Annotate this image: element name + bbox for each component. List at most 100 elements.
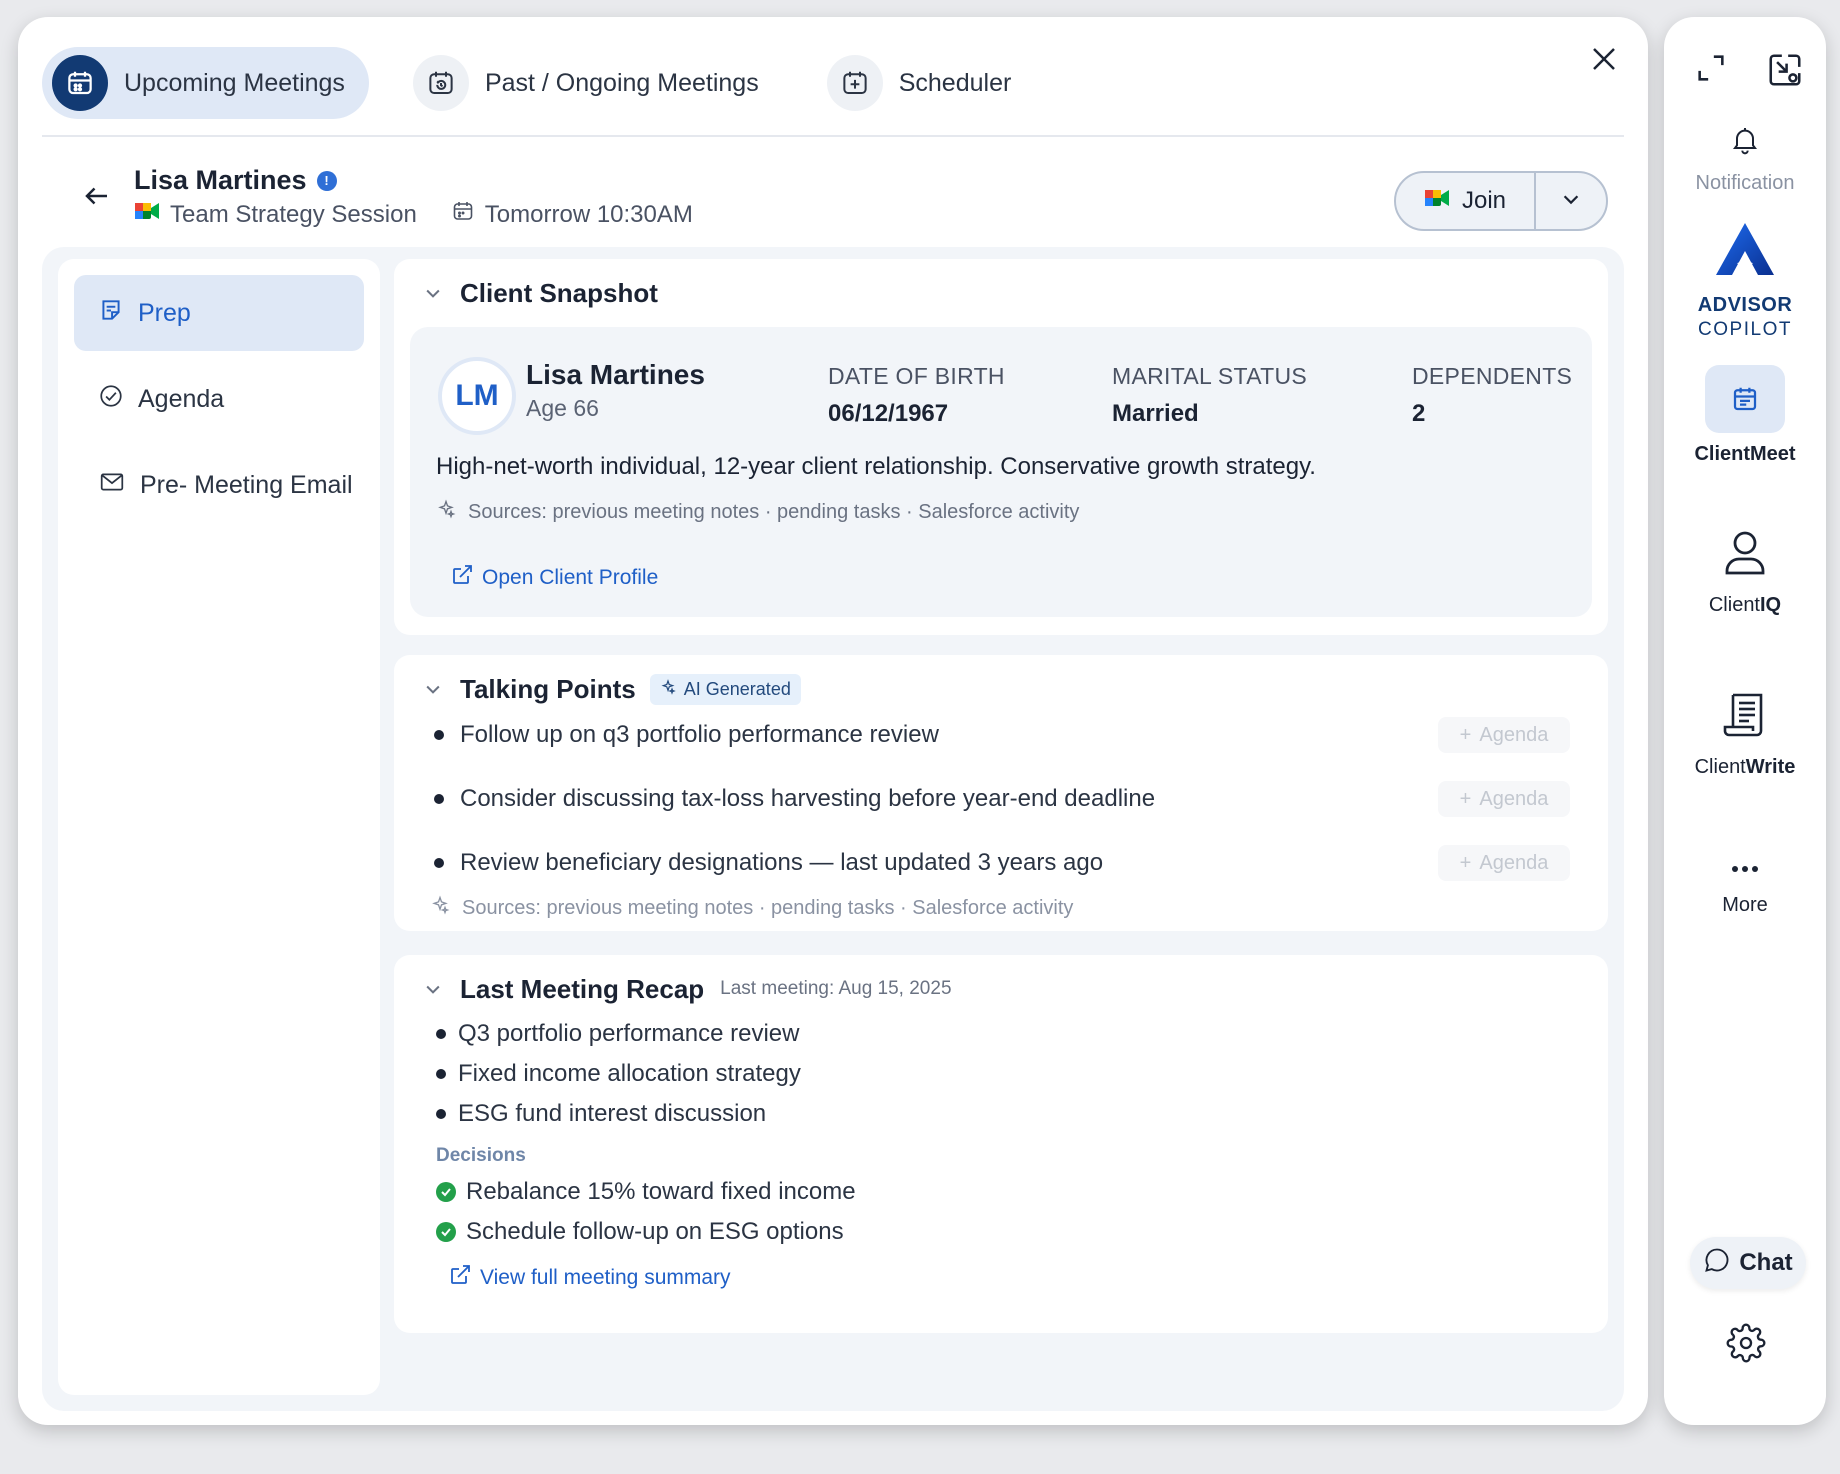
- sparkle-icon: [430, 895, 450, 921]
- chat-button[interactable]: Chat: [1690, 1237, 1806, 1289]
- tab-past-ongoing-meetings[interactable]: Past / Ongoing Meetings: [403, 47, 783, 119]
- join-label: Join: [1461, 187, 1507, 214]
- join-button[interactable]: Join: [1396, 173, 1536, 229]
- marital-status-field: MARITAL STATUS Married: [1112, 363, 1307, 428]
- collapse-chevron-icon[interactable]: [420, 676, 446, 702]
- clientiq-label: ClientIQ: [1708, 594, 1782, 616]
- talking-point-item: Follow up on q3 portfolio performance re…: [434, 713, 1584, 757]
- recap-text: ESG fund interest discussion: [458, 1100, 767, 1127]
- collapse-chevron-icon[interactable]: [420, 280, 446, 306]
- snapshot-client-age: Age 66: [526, 395, 599, 421]
- meetings-panel: Upcoming Meetings Past / Ongoing Meeting…: [18, 17, 1648, 1425]
- card-title: Client Snapshot: [460, 277, 658, 308]
- bell-icon: [1729, 123, 1761, 162]
- sparkle-icon: [660, 678, 676, 700]
- sources-text: Sources: previous meeting notes · pendin…: [462, 896, 1074, 919]
- bullet: [436, 1109, 446, 1119]
- arrow-left-icon: [82, 181, 112, 216]
- prep-content: Client Snapshot LM Lisa Martines Age 66 …: [394, 259, 1608, 1399]
- decisions-label: Decisions: [436, 1145, 526, 1166]
- calendar-small-icon: [451, 199, 475, 230]
- sidebar-item-clientiq[interactable]: ClientIQ: [1664, 527, 1826, 617]
- add-to-agenda-button[interactable]: + Agenda: [1438, 781, 1570, 817]
- talking-points-sources: Sources: previous meeting notes · pendin…: [430, 895, 1073, 921]
- link-label: View full meeting summary: [480, 1266, 731, 1289]
- client-name: Lisa Martines: [134, 165, 307, 195]
- bullet: [436, 1069, 446, 1079]
- snapshot-client-name: Lisa Martines: [526, 359, 705, 390]
- top-tabs: Upcoming Meetings Past / Ongoing Meeting…: [42, 41, 1624, 125]
- agenda-label: Agenda: [1479, 787, 1549, 810]
- decision-text: Schedule follow-up on ESG options: [466, 1218, 844, 1245]
- close-button[interactable]: [1580, 37, 1628, 85]
- open-client-profile-link[interactable]: Open Client Profile: [450, 563, 658, 593]
- add-to-agenda-button[interactable]: + Agenda: [1438, 717, 1570, 753]
- recap-text: Fixed income allocation strategy: [458, 1060, 801, 1087]
- window-controls: [1694, 51, 1804, 94]
- snapshot-sources: Sources: previous meeting notes · pendin…: [436, 499, 1079, 525]
- google-meet-icon: [134, 200, 160, 229]
- tab-label: Past / Ongoing Meetings: [484, 68, 759, 97]
- nav-item-pre-meeting-email[interactable]: Pre- Meeting Email: [74, 447, 364, 523]
- clientwrite-label: ClientWrite: [1694, 756, 1796, 778]
- talking-points-card: Talking Points AI Generated Follow up on…: [394, 655, 1608, 931]
- sidebar-item-more[interactable]: More: [1664, 859, 1826, 917]
- sources-text: Sources: previous meeting notes · pendin…: [468, 500, 1080, 523]
- tab-scheduler[interactable]: Scheduler: [817, 47, 1036, 119]
- decision-item: Rebalance 15% toward fixed income: [436, 1175, 856, 1209]
- tab-label: Upcoming Meetings: [124, 68, 345, 97]
- bullet: [434, 730, 444, 740]
- brand-line-1: ADVISOR: [1697, 294, 1793, 316]
- agenda-label: Agenda: [1479, 723, 1549, 746]
- badge-label: AI Generated: [683, 678, 791, 699]
- tab-label: Scheduler: [898, 68, 1012, 97]
- plus-icon: +: [1459, 787, 1472, 810]
- content-area: Prep Agenda Pre- Meeting Email Client Sn…: [42, 247, 1624, 1411]
- external-link-icon: [450, 563, 474, 593]
- back-button[interactable]: [76, 177, 118, 219]
- sidebar-item-clientmeet[interactable]: ClientMeet: [1664, 365, 1826, 466]
- client-description: High-net-worth individual, 12-year clien…: [436, 453, 1316, 480]
- expand-icon[interactable]: [1694, 51, 1728, 94]
- card-header: Talking Points AI Generated: [420, 669, 801, 709]
- pop-in-icon[interactable]: [1766, 51, 1804, 94]
- field-value: Married: [1112, 400, 1199, 427]
- nav-label: Prep: [138, 298, 191, 327]
- avatar: LM: [438, 357, 516, 435]
- check-icon: [436, 1182, 456, 1202]
- chevron-down-icon: [1560, 188, 1582, 215]
- add-to-agenda-button[interactable]: + Agenda: [1438, 845, 1570, 881]
- tab-upcoming-meetings[interactable]: Upcoming Meetings: [42, 47, 369, 119]
- add-event-icon: [826, 55, 883, 111]
- chat-bubble-icon: [1703, 1246, 1731, 1281]
- view-full-summary-link[interactable]: View full meeting summary: [448, 1263, 731, 1293]
- meeting-time: Tomorrow 10:30AM: [484, 200, 693, 228]
- calendar-icon: [1705, 365, 1785, 433]
- field-label: DEPENDENTS: [1412, 363, 1573, 389]
- dependents-field: DEPENDENTS 2: [1412, 363, 1572, 428]
- card-title: Last Meeting Recap: [460, 973, 705, 1004]
- decision-text: Rebalance 15% toward fixed income: [466, 1178, 856, 1205]
- notification-button[interactable]: Notification: [1664, 123, 1826, 195]
- collapse-chevron-icon[interactable]: [420, 976, 446, 1002]
- info-icon[interactable]: !: [316, 170, 337, 191]
- history-icon: [412, 55, 469, 111]
- client-name-row: Lisa Martines !: [134, 165, 337, 196]
- plus-icon: +: [1459, 851, 1472, 874]
- field-value: 06/12/1967: [828, 400, 949, 427]
- more-label: More: [1722, 894, 1768, 916]
- field-value: 2: [1412, 400, 1426, 427]
- google-meet-icon: [1424, 187, 1450, 216]
- sidebar-item-clientwrite[interactable]: ClientWrite: [1664, 689, 1826, 779]
- gear-icon: [1726, 1323, 1766, 1368]
- join-options-button[interactable]: [1536, 173, 1606, 229]
- settings-button[interactable]: [1724, 1323, 1768, 1367]
- more-dots-icon: [1727, 859, 1763, 884]
- nav-label: Agenda: [138, 384, 225, 413]
- nav-item-agenda[interactable]: Agenda: [74, 361, 364, 437]
- join-button-group: Join: [1394, 171, 1608, 231]
- recap-item: ESG fund interest discussion: [436, 1097, 766, 1131]
- card-header: Client Snapshot: [420, 273, 658, 313]
- nav-item-prep[interactable]: Prep: [74, 275, 364, 351]
- recap-item: Fixed income allocation strategy: [436, 1057, 801, 1091]
